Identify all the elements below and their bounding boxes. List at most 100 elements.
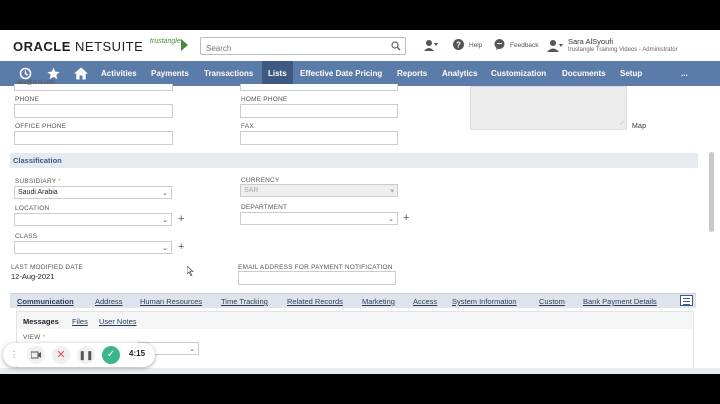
currency-select: SAR ▾ — [240, 184, 398, 197]
subsidiary-select[interactable]: Saudi Arabia ⌄ — [14, 186, 172, 199]
subtab-system-information[interactable]: System Information — [452, 297, 517, 306]
nav-more[interactable]: ... — [681, 61, 688, 86]
map-area[interactable] — [470, 86, 627, 130]
chevron-down-icon[interactable]: ⌄ — [162, 215, 168, 227]
subtab-communication[interactable]: Communication — [17, 297, 74, 306]
panel-tab-files[interactable]: Files — [72, 317, 88, 326]
help-icon[interactable]: ? — [453, 39, 464, 50]
help-link[interactable]: Help — [469, 42, 482, 49]
alt-email-field[interactable] — [240, 84, 398, 91]
classification-title: Classification — [13, 156, 62, 165]
subtab-marketing[interactable]: Marketing — [362, 297, 395, 306]
record-subtabs: Communication Address Human Resources Ti… — [10, 293, 696, 308]
chevron-down-icon: ▾ — [390, 188, 394, 195]
home-icon[interactable] — [74, 67, 88, 80]
nav-setup[interactable]: Setup — [620, 61, 642, 86]
subtab-menu-icon[interactable] — [680, 295, 693, 306]
top-header: ORACLE NETSUITE trustangle ? Help Feedba… — [0, 30, 720, 61]
finish-recording-check-icon[interactable]: ✓ — [102, 346, 120, 364]
last-modified-label: LAST MODIFIED DATE — [11, 264, 83, 271]
add-class-icon[interactable]: + — [178, 242, 184, 253]
svg-text:?: ? — [456, 41, 461, 50]
subsidiary-label: SUBSIDIARY * — [15, 178, 61, 185]
subtab-time-tracking[interactable]: Time Tracking — [221, 297, 268, 306]
currency-label: CURRENCY — [241, 177, 280, 184]
location-select[interactable]: ⌄ — [14, 213, 172, 226]
subtab-custom[interactable]: Custom — [539, 297, 565, 306]
office-phone-label: OFFICE PHONE — [15, 123, 67, 130]
last-modified-value: 12-Aug-2021 — [11, 272, 55, 281]
panel-tab-messages[interactable]: Messages — [23, 317, 59, 326]
trustangle-logo-icon — [181, 39, 188, 51]
user-roles-icon[interactable] — [547, 39, 563, 52]
search-input[interactable] — [201, 40, 381, 57]
pause-icon[interactable]: ❚❚ — [77, 346, 95, 364]
mouse-cursor-icon — [187, 266, 194, 276]
netsuite-window: ORACLE NETSUITE trustangle ? Help Feedba… — [0, 30, 720, 374]
email-payment-notification-label: EMAIL ADDRESS FOR PAYMENT NOTIFICATION — [238, 264, 393, 271]
fax-field[interactable] — [240, 131, 398, 145]
nav-lists[interactable]: Lists — [262, 61, 293, 86]
bottom-strip — [0, 368, 720, 374]
department-select[interactable]: ⌄ — [240, 212, 398, 225]
nav-activities[interactable]: Activities — [101, 61, 137, 86]
chevron-down-icon[interactable]: ⌄ — [162, 243, 168, 255]
chevron-down-icon[interactable]: ⌄ — [388, 214, 394, 226]
feedback-icon[interactable] — [494, 39, 505, 50]
chevron-down-icon[interactable]: ⌄ — [189, 344, 195, 356]
required-marker: * — [42, 334, 46, 341]
email-payment-notification-field[interactable] — [238, 271, 396, 285]
department-label: DEPARTMENT — [241, 204, 288, 211]
home-phone-field[interactable] — [240, 104, 398, 118]
main-nav: Activities Payments Transactions Lists E… — [0, 61, 720, 86]
required-marker: * — [58, 178, 61, 185]
home-phone-label: HOME PHONE — [241, 96, 288, 103]
chevron-down-icon[interactable]: ⌄ — [162, 188, 168, 200]
logo-netsuite: NETSUITE — [75, 39, 144, 54]
class-label: CLASS — [15, 233, 38, 240]
subtab-human-resources[interactable]: Human Resources — [140, 297, 202, 306]
subtab-access[interactable]: Access — [413, 297, 437, 306]
oracle-netsuite-logo[interactable]: ORACLE NETSUITE — [13, 39, 143, 54]
more-options-icon[interactable]: ⋮ — [5, 346, 23, 364]
view-label: VIEW * — [23, 334, 46, 341]
nav-documents[interactable]: Documents — [562, 61, 606, 86]
map-link[interactable]: Map — [632, 123, 646, 130]
user-role[interactable]: trustangle Training Videos - Administrat… — [568, 47, 678, 53]
phone-field[interactable] — [14, 104, 173, 118]
global-search[interactable] — [200, 37, 406, 57]
logo-oracle: ORACLE — [13, 39, 71, 54]
class-select[interactable]: ⌄ — [14, 241, 172, 254]
add-location-icon[interactable]: + — [178, 214, 184, 225]
office-phone-field[interactable] — [14, 131, 173, 145]
add-department-icon[interactable]: + — [403, 213, 409, 224]
nav-reports[interactable]: Reports — [397, 61, 427, 86]
location-label: LOCATION — [15, 205, 50, 212]
currency-value: SAR — [244, 187, 259, 194]
delete-recording-icon[interactable]: ✕ — [52, 346, 70, 364]
feedback-link[interactable]: Feedback — [510, 42, 539, 49]
classification-section-header[interactable]: Classification — [10, 153, 698, 168]
recording-timer: 4:15 — [129, 349, 146, 358]
subtab-related-records[interactable]: Related Records — [287, 297, 343, 306]
subtab-bank-payment-details[interactable]: Bank Payment Details — [583, 297, 657, 306]
nav-customization[interactable]: Customization — [491, 61, 546, 86]
page-scrollbar[interactable] — [709, 152, 714, 232]
nav-transactions[interactable]: Transactions — [204, 61, 253, 86]
nav-analytics[interactable]: Analytics — [442, 61, 478, 86]
company-brand-label: trustangle — [150, 38, 181, 45]
recent-records-icon[interactable] — [424, 39, 438, 52]
resize-handle-icon[interactable]: ⟋ — [620, 121, 624, 128]
camera-icon[interactable] — [27, 346, 45, 364]
nav-payments[interactable]: Payments — [151, 61, 189, 86]
panel-tab-user-notes[interactable]: User Notes — [99, 317, 137, 326]
subtab-address[interactable]: Address — [95, 297, 123, 306]
email-field[interactable]: test@test.com — [14, 80, 173, 91]
user-name[interactable]: Sara AlSyoufi — [568, 37, 613, 46]
recent-icon[interactable] — [19, 67, 32, 80]
nav-effective-date-pricing[interactable]: Effective Date Pricing — [300, 61, 382, 86]
subsidiary-value: Saudi Arabia — [18, 189, 58, 196]
screen-recorder-toolbar: ⋮ ✕ ❚❚ ✓ 4:15 — [3, 343, 155, 367]
search-icon[interactable] — [391, 41, 401, 51]
favorites-star-icon[interactable] — [47, 67, 60, 80]
